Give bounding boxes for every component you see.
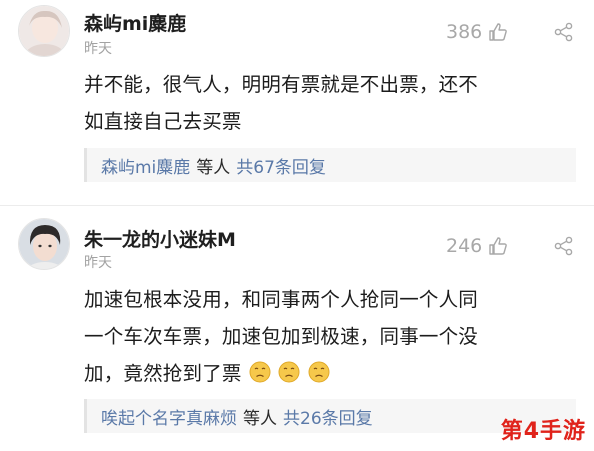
sad-face-emoji-icon <box>308 361 330 383</box>
share-icon[interactable] <box>554 236 574 256</box>
reply-others-label: 等人 <box>243 408 277 429</box>
comment-line: 加，竟然抢到了票 <box>84 355 584 392</box>
reply-count-link[interactable]: 共26条回复 <box>283 404 373 429</box>
thumbs-up-icon <box>489 237 508 255</box>
comment-line-text: 加，竟然抢到了票 <box>84 362 242 385</box>
comment-line: 加速包根本没用，和同事两个人抢同一个人同 <box>84 288 479 311</box>
sad-face-emoji-icon <box>249 361 271 383</box>
comment-line: 一个车次车票，加速包加到极速，同事一个没 <box>84 325 479 348</box>
comment-2: 朱一龙的小迷妹M 昨天 246 加速包根本没用，和同事两个人抢同一个人同 一个车… <box>0 0 594 451</box>
avatar[interactable] <box>18 218 70 270</box>
comment-body: 加速包根本没用，和同事两个人抢同一个人同 一个车次车票，加速包加到极速，同事一个… <box>84 281 584 392</box>
username[interactable]: 朱一龙的小迷妹M <box>84 225 236 252</box>
reply-author-link[interactable]: 唉起个名字真麻烦 <box>101 404 237 429</box>
watermark-logo: 第4手游 <box>500 419 586 444</box>
sad-face-emoji-icon <box>278 361 300 383</box>
like-count: 246 <box>446 235 483 257</box>
timestamp: 昨天 <box>84 255 112 271</box>
like-button[interactable]: 246 <box>446 235 508 257</box>
